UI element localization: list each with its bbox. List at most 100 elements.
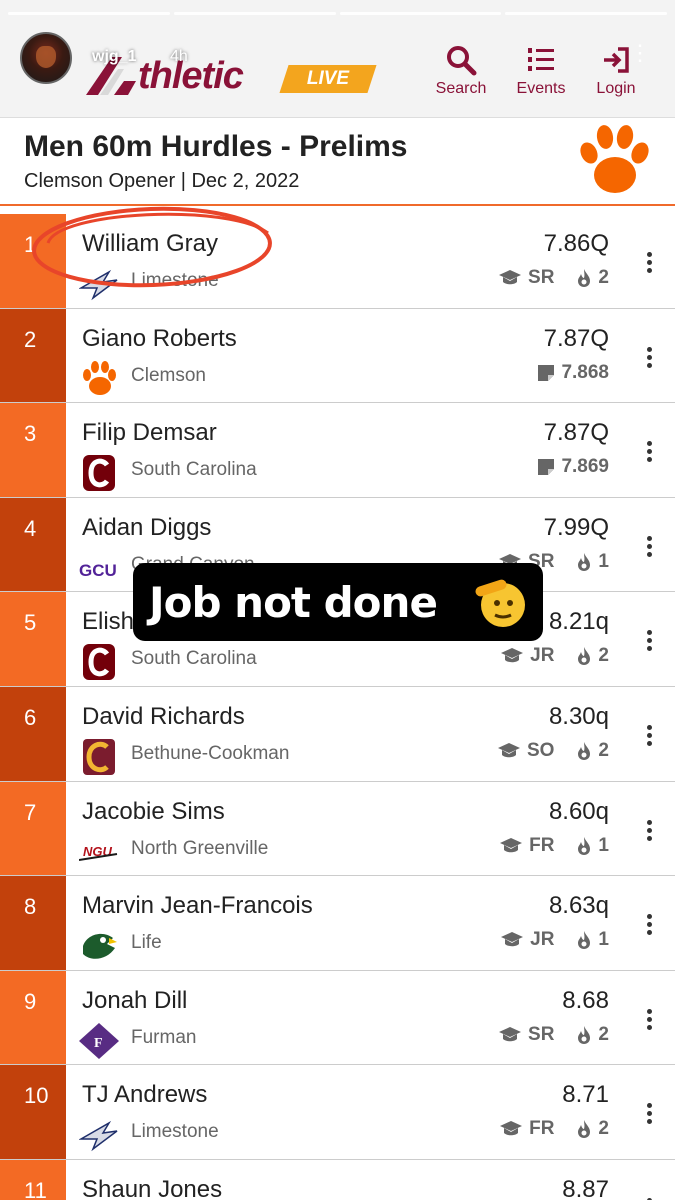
heat-count: 1	[598, 550, 609, 572]
row-more-options-icon[interactable]	[645, 252, 653, 276]
row-more-options-icon[interactable]	[645, 914, 653, 938]
team-name[interactable]: South Carolina	[131, 459, 257, 481]
row-more-options-icon[interactable]	[645, 724, 653, 749]
athlete-name[interactable]: Marvin Jean-Francois	[82, 892, 313, 920]
place-number: 6	[0, 686, 66, 781]
row-more-options-icon[interactable]	[645, 819, 653, 844]
result-row[interactable]: 6 David Richards Bethune-Cookman 8.30q S…	[0, 686, 675, 782]
result-row[interactable]: 3 Filip Demsar South Carolina 7.87Q 7.86…	[0, 403, 675, 498]
class-year: FR	[529, 834, 555, 856]
nav-search-label: Search	[435, 80, 487, 97]
story-progress-segment	[339, 12, 502, 15]
result-mark: 8.60q	[548, 797, 609, 825]
team-name[interactable]: North Greenville	[131, 838, 268, 860]
nav-events[interactable]: Events	[501, 44, 581, 98]
graduation-cap-icon	[501, 932, 524, 947]
team-name[interactable]: Bethune-Cookman	[131, 743, 289, 765]
nav-search[interactable]: Search	[421, 44, 501, 98]
result-mark: 7.86Q	[543, 230, 609, 257]
athlete-meta: 7.868	[537, 362, 609, 384]
result-mark: 7.87Q	[543, 419, 609, 447]
svg-text:GCU: GCU	[79, 561, 117, 580]
flame-icon	[578, 1120, 591, 1139]
event-subtitle: Clemson Opener | Dec 2, 2022	[24, 170, 300, 192]
story-timestamp: 4h	[170, 48, 188, 65]
result-row[interactable]: 11 Shaun Jones 8.87	[0, 1159, 675, 1200]
flame-icon	[578, 647, 591, 666]
flame-icon	[578, 931, 591, 950]
athlete-meta: FR 2	[499, 1118, 609, 1140]
result-row[interactable]: 7 Jacobie Sims NGU North Greenville 8.60…	[0, 781, 675, 877]
app-screen: thletic LIVE Search Events Login Men 60m…	[0, 0, 675, 1200]
story-caption: Job not done	[133, 563, 543, 641]
place-number: 2	[0, 308, 66, 403]
athlete-meta: SR 2	[498, 267, 609, 289]
team-logo: GCU	[79, 550, 119, 586]
athlete-name[interactable]: Aidan Diggs	[82, 514, 211, 542]
flame-icon	[578, 1025, 591, 1044]
row-more-options-icon[interactable]	[645, 441, 653, 465]
graduation-cap-icon	[497, 742, 520, 758]
graduation-cap-icon	[499, 1026, 522, 1041]
row-more-options-icon[interactable]	[645, 630, 653, 654]
heat-count: 2	[598, 739, 609, 761]
nav-events-label: Events	[516, 80, 566, 97]
note-icon	[538, 459, 555, 476]
flame-icon	[578, 269, 591, 287]
story-progress-segment	[173, 12, 336, 15]
login-icon	[604, 47, 629, 73]
athlete-name[interactable]: Jonah Dill	[82, 987, 187, 1015]
row-more-options-icon[interactable]	[645, 535, 653, 560]
story-avatar[interactable]	[20, 32, 72, 84]
athlete-name[interactable]: Giano Roberts	[82, 325, 237, 353]
result-mark: 7.99Q	[543, 513, 609, 541]
nav-login-label: Login	[596, 80, 636, 97]
row-more-options-icon[interactable]	[645, 1008, 653, 1033]
place-number: 10	[0, 1065, 66, 1159]
team-name[interactable]: South Carolina	[131, 648, 257, 670]
result-row[interactable]: 8 Marvin Jean-Francois Life 8.63q JR 1	[0, 876, 675, 971]
flame-icon	[578, 552, 591, 571]
place-number: 7	[0, 781, 66, 876]
team-logo	[78, 1117, 119, 1153]
result-mark: 8.30q	[548, 702, 609, 730]
result-row[interactable]: 9 Jonah Dill F Furman 8.68 SR 2	[0, 970, 675, 1066]
place-number: 9	[0, 970, 66, 1065]
result-row[interactable]: 2 Giano Roberts Clemson 7.87Q 7.868	[0, 308, 675, 404]
red-circle-annotation	[32, 206, 272, 288]
result-row[interactable]: 10 TJ Andrews Limestone 8.71 FR 2	[0, 1065, 675, 1160]
team-name[interactable]: Life	[131, 932, 162, 954]
athlete-name[interactable]: TJ Andrews	[82, 1081, 207, 1109]
story-progress-segment	[8, 12, 170, 15]
logo-wordmark: thletic	[138, 55, 244, 97]
clemson-paw-icon	[580, 125, 649, 193]
athlete-meta: 7.869	[537, 456, 609, 478]
team-name[interactable]: Furman	[131, 1027, 196, 1049]
search-icon	[447, 46, 477, 76]
story-more-button[interactable]: ⋮	[629, 40, 651, 66]
result-mark: 8.68	[562, 986, 609, 1014]
team-name[interactable]: Clemson	[131, 365, 206, 387]
athlete-meta: FR 1	[499, 835, 609, 857]
logo-live-badge: LIVE	[279, 65, 377, 93]
team-logo	[79, 738, 119, 775]
precise-time: 7.869	[561, 456, 609, 478]
athlete-meta: JR 2	[500, 645, 609, 667]
row-more-options-icon[interactable]	[645, 1103, 653, 1127]
class-year: SR	[528, 267, 555, 288]
place-number: 11	[0, 1159, 66, 1200]
story-username[interactable]: wjg_1	[92, 48, 136, 66]
graduation-cap-icon	[500, 837, 523, 852]
athlete-name[interactable]: Filip Demsar	[82, 419, 217, 447]
athlete-name[interactable]: Jacobie Sims	[82, 798, 225, 826]
graduation-cap-icon	[500, 1121, 523, 1136]
heat-count: 2	[598, 267, 609, 288]
team-name[interactable]: Limestone	[131, 1121, 219, 1143]
team-logo	[79, 455, 119, 492]
graduation-cap-icon	[501, 648, 524, 663]
list-numbered-icon	[528, 48, 554, 71]
athlete-name[interactable]: David Richards	[82, 703, 245, 731]
athlete-name[interactable]: Shaun Jones	[82, 1176, 222, 1200]
row-more-options-icon[interactable]	[645, 346, 653, 371]
athlete-meta: SO 2	[497, 740, 609, 762]
